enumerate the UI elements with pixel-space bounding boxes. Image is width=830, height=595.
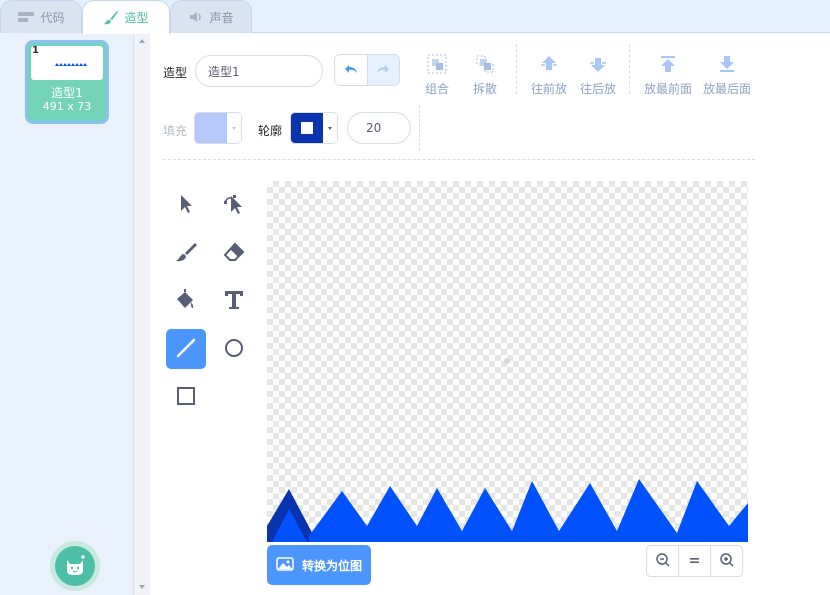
group-button[interactable]: 组合: [412, 52, 462, 97]
eraser-icon: [222, 241, 246, 266]
back-label: 放最后面: [702, 82, 751, 96]
ungroup-button[interactable]: 拆散: [460, 52, 510, 97]
arrow-up-icon: [524, 52, 574, 76]
tab-sounds[interactable]: 声音: [170, 0, 252, 33]
forward-label: 往前放: [530, 82, 567, 96]
fill-swatch: [195, 113, 227, 143]
zoom-in-icon: [719, 552, 735, 571]
undo-redo-group: [334, 54, 400, 86]
add-costume-button[interactable]: [50, 541, 100, 591]
redo-icon: [375, 62, 391, 79]
line-tool[interactable]: [166, 329, 206, 369]
outline-color-picker[interactable]: [290, 112, 338, 144]
brush-icon: [174, 241, 198, 266]
text-tool[interactable]: [214, 281, 254, 321]
arrow-bottom-icon: [697, 52, 757, 76]
paintbrush-icon: [103, 10, 119, 26]
toolbar-divider: [419, 105, 420, 151]
rectangle-tool[interactable]: [166, 377, 206, 417]
tab-bar: 代码 造型 声音: [0, 0, 830, 34]
circle-icon: [223, 337, 245, 362]
costume-name-label: 造型: [163, 66, 188, 80]
undo-icon: [343, 62, 359, 79]
back-button[interactable]: 放最后面: [697, 52, 757, 97]
circle-tool[interactable]: [214, 329, 254, 369]
reshape-tool[interactable]: [214, 185, 254, 225]
group-icon: [412, 52, 462, 76]
tab-sounds-label: 声音: [209, 10, 234, 25]
brush-tool[interactable]: [166, 233, 206, 273]
costume-name: 造型1: [51, 86, 83, 100]
zoom-out-button[interactable]: [647, 546, 679, 576]
select-tool[interactable]: [166, 185, 206, 225]
cat-plus-icon: [55, 546, 95, 586]
backward-button[interactable]: 往后放: [573, 52, 623, 97]
backward-label: 往后放: [579, 82, 616, 96]
fill-color-picker[interactable]: [194, 112, 242, 144]
tab-code[interactable]: 代码: [0, 0, 82, 33]
undo-button[interactable]: [335, 55, 368, 85]
zoom-reset-label: =: [688, 553, 701, 569]
costume-drawing: [267, 358, 748, 542]
image-icon: [276, 556, 294, 574]
toolbar-divider: [516, 44, 517, 94]
toolbar-divider: [629, 44, 630, 94]
chevron-down-icon: [227, 113, 241, 143]
ungroup-icon: [460, 52, 510, 76]
costume-index: 1: [32, 45, 39, 56]
chevron-down-icon: [323, 113, 337, 143]
costume-list: 1 造型1 491 x 73: [0, 33, 133, 595]
tab-costumes-label: 造型: [124, 11, 149, 25]
group-label: 组合: [424, 82, 449, 96]
eraser-tool[interactable]: [214, 233, 254, 273]
costume-list-pane: 1 造型1 491 x 73: [0, 33, 150, 595]
zoom-reset-button[interactable]: =: [679, 546, 711, 576]
outline-label: 轮廓: [258, 124, 283, 138]
redo-button[interactable]: [367, 55, 399, 85]
zoom-controls: =: [646, 545, 743, 577]
costume-thumbnail: [31, 46, 103, 80]
costume-list-scrollbar[interactable]: [133, 33, 150, 595]
costume-name-input[interactable]: 造型1: [195, 55, 323, 87]
tab-code-label: 代码: [40, 10, 65, 25]
zoom-in-button[interactable]: [711, 546, 742, 576]
reshape-pointer-icon: [222, 192, 246, 219]
zoom-out-icon: [655, 552, 671, 571]
costume-item[interactable]: 1 造型1 491 x 73: [25, 40, 109, 124]
paint-bucket-icon: [174, 288, 198, 314]
outline-swatch: [291, 113, 323, 143]
convert-to-bitmap-label: 转换为位图: [301, 558, 362, 573]
outline-width-input[interactable]: 20: [347, 112, 411, 144]
paint-canvas[interactable]: [267, 181, 748, 542]
arrow-top-icon: [638, 52, 698, 76]
code-blocks-icon: [17, 11, 35, 23]
forward-button[interactable]: 往前放: [524, 52, 574, 97]
tab-costumes[interactable]: 造型: [82, 0, 170, 34]
costume-size: 491 x 73: [42, 100, 92, 113]
line-icon: [174, 336, 198, 363]
toolbar-separator: [163, 159, 755, 160]
fill-label: 填充: [163, 124, 188, 138]
square-icon: [175, 385, 197, 410]
speaker-icon: [188, 10, 204, 24]
front-button[interactable]: 放最前面: [638, 52, 698, 97]
convert-to-bitmap-button[interactable]: 转换为位图: [267, 545, 371, 585]
arrow-pointer-icon: [176, 193, 196, 218]
front-label: 放最前面: [643, 82, 692, 96]
arrow-down-icon: [573, 52, 623, 76]
fill-tool[interactable]: [166, 281, 206, 321]
text-t-icon: [223, 289, 245, 314]
ungroup-label: 拆散: [472, 82, 497, 96]
